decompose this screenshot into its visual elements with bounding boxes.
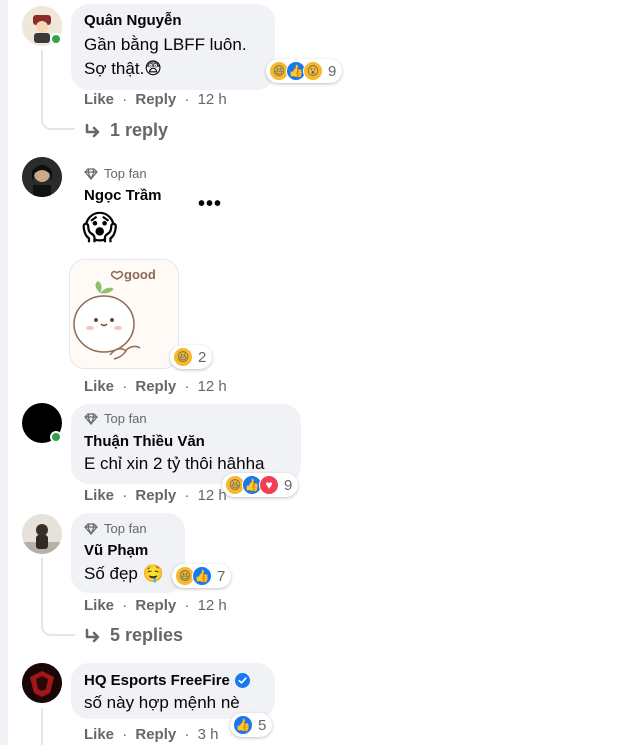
view-replies-link[interactable]: 1 reply [84, 120, 168, 141]
verified-icon [234, 673, 250, 688]
wow-icon: 😮 [303, 61, 323, 81]
avatar[interactable] [22, 514, 62, 554]
haha-icon: 😆 [173, 347, 193, 367]
comment-text: số này hợp mệnh nè [84, 693, 240, 712]
reaction-summary[interactable]: 😆 👍 😮 9 [266, 59, 343, 83]
like-button[interactable]: Like [84, 378, 114, 395]
comment-actions: Like · Reply · 12 h [84, 487, 227, 504]
sticker-image: good [69, 259, 179, 369]
comment-author[interactable]: Thuận Thiều Văn [84, 433, 205, 450]
comment-actions: Like · Reply · 12 h [84, 378, 227, 395]
reaction-summary[interactable]: 😆 2 [170, 345, 213, 369]
reaction-summary[interactable]: 😆 👍 ♥ 9 [222, 473, 299, 497]
comment-text: E chỉ xin 2 tỷ thôi hâhha [84, 454, 265, 473]
comment-actions: Like · Reply · 3 h [84, 726, 218, 743]
more-dots-icon[interactable]: ••• [198, 193, 222, 216]
reply-button[interactable]: Reply [135, 91, 176, 108]
replies-label: 5 replies [110, 625, 184, 645]
online-indicator [50, 431, 62, 443]
author-name: HQ Esports FreeFire [84, 672, 230, 689]
reply-arrow-icon [85, 123, 100, 137]
reaction-summary[interactable]: 👍 5 [230, 713, 273, 737]
comment-text: Gần bằng LBFF luôn. [84, 35, 247, 54]
reaction-count: 5 [258, 716, 267, 734]
comment-actions: Like · Reply · 12 h [84, 597, 227, 614]
badge-label: Top fan [104, 521, 147, 536]
comment-author[interactable]: HQ Esports FreeFire [84, 672, 250, 689]
replies-label: 1 reply [110, 120, 169, 140]
like-button[interactable]: Like [84, 91, 114, 108]
separator: · [184, 487, 190, 504]
separator: · [184, 597, 190, 614]
reply-arrow-icon [85, 628, 100, 642]
view-replies-link[interactable]: 5 replies [84, 625, 183, 646]
love-icon: ♥ [259, 475, 279, 495]
avatar[interactable] [22, 157, 62, 197]
reply-button[interactable]: Reply [135, 378, 176, 395]
like-icon: 👍 [233, 715, 253, 735]
page-edge [0, 0, 8, 745]
reaction-count: 7 [217, 567, 226, 585]
separator: · [184, 91, 190, 108]
comment-text: Số đẹp 🤤 [84, 564, 164, 583]
reply-button[interactable]: Reply [135, 487, 176, 504]
reaction-summary[interactable]: 😆 👍 7 [172, 564, 232, 588]
timestamp[interactable]: 12 h [198, 487, 227, 504]
separator: · [122, 91, 128, 108]
diamond-icon [84, 522, 98, 535]
top-fan-badge: Top fan [84, 411, 147, 426]
comment-text: Sợ thật.😨 [84, 59, 163, 78]
thread-line [41, 558, 75, 636]
online-indicator [50, 33, 62, 45]
thread-line [41, 708, 43, 745]
avatar[interactable] [22, 663, 62, 703]
like-icon: 👍 [192, 566, 212, 586]
comment-author[interactable]: Ngọc Trầm [84, 187, 162, 204]
separator: · [122, 597, 128, 614]
like-button[interactable]: Like [84, 597, 114, 614]
reaction-count: 9 [284, 476, 293, 494]
timestamp[interactable]: 3 h [198, 726, 219, 743]
separator: · [184, 726, 190, 743]
thread-line [41, 50, 75, 130]
sticker-text: good [124, 267, 156, 282]
timestamp[interactable]: 12 h [198, 597, 227, 614]
like-button[interactable]: Like [84, 726, 114, 743]
emoji-scream: 😱 [82, 209, 118, 247]
comment-author[interactable]: Quân Nguyễn [84, 12, 182, 29]
badge-label: Top fan [104, 411, 147, 426]
separator: · [122, 487, 128, 504]
reply-button[interactable]: Reply [135, 726, 176, 743]
diamond-icon [84, 167, 98, 180]
separator: · [122, 726, 128, 743]
badge-label: Top fan [104, 166, 147, 181]
separator: · [184, 378, 190, 395]
comment-actions: Like · Reply · 12 h [84, 91, 227, 108]
reaction-count: 9 [328, 62, 337, 80]
like-button[interactable]: Like [84, 487, 114, 504]
top-fan-badge: Top fan [84, 166, 147, 181]
reaction-count: 2 [198, 348, 207, 366]
timestamp[interactable]: 12 h [198, 378, 227, 395]
timestamp[interactable]: 12 h [198, 91, 227, 108]
top-fan-badge: Top fan [84, 521, 147, 536]
reply-button[interactable]: Reply [135, 597, 176, 614]
comment-author[interactable]: Vũ Phạm [84, 542, 148, 559]
separator: · [122, 378, 128, 395]
diamond-icon [84, 412, 98, 425]
